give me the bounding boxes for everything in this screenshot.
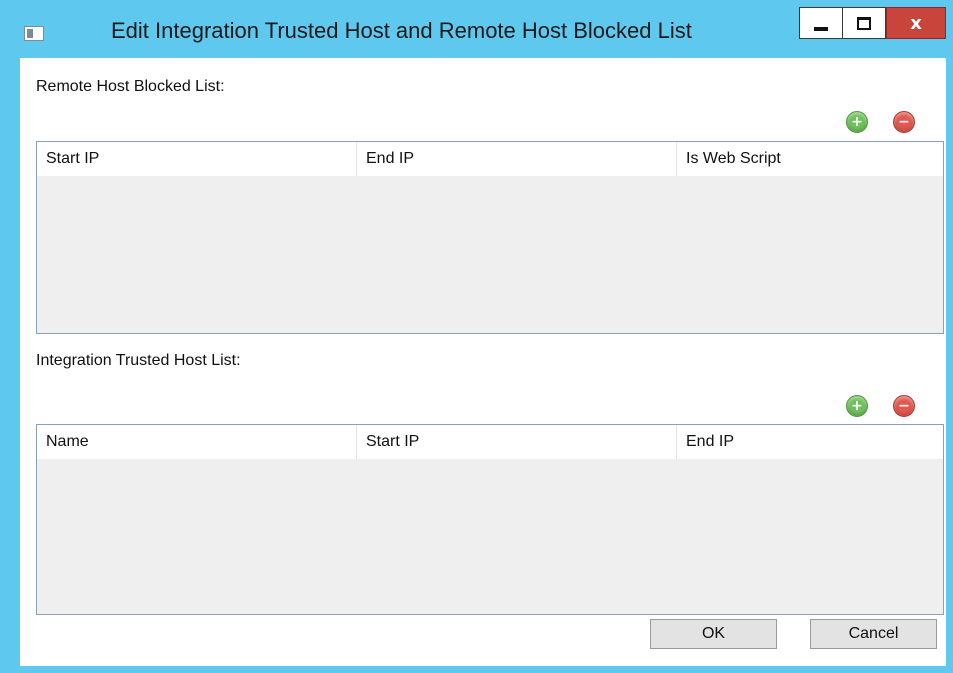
remove-trusted-host-button[interactable]: − [893, 395, 915, 417]
plus-circle-icon: + [851, 114, 863, 130]
column-header-is-web-script[interactable]: Is Web Script [677, 142, 943, 176]
cancel-button[interactable]: Cancel [810, 619, 937, 649]
column-header-name[interactable]: Name [37, 425, 357, 459]
ok-button[interactable]: OK [650, 619, 777, 649]
title-bar[interactable]: Edit Integration Trusted Host and Remote… [0, 0, 953, 58]
column-header-start-ip[interactable]: Start IP [357, 425, 677, 459]
column-header-end-ip[interactable]: End IP [677, 425, 943, 459]
maximize-icon [857, 16, 871, 30]
plus-circle-icon: + [851, 398, 863, 414]
remote-blocked-label: Remote Host Blocked List: [36, 78, 225, 95]
close-icon: x [910, 12, 922, 34]
trusted-hosts-label: Integration Trusted Host List: [36, 352, 241, 369]
minus-circle-icon: − [898, 114, 910, 130]
minus-circle-icon: − [898, 398, 910, 414]
trusted-hosts-grid-header: Name Start IP End IP [37, 425, 943, 459]
maximize-button[interactable] [842, 7, 886, 39]
column-header-end-ip[interactable]: End IP [357, 142, 677, 176]
minimize-icon [814, 27, 828, 31]
app-icon[interactable] [24, 26, 44, 41]
remote-blocked-grid-header: Start IP End IP Is Web Script [37, 142, 943, 176]
trusted-hosts-grid[interactable]: Name Start IP End IP [36, 424, 944, 615]
add-trusted-host-button[interactable]: + [846, 395, 868, 417]
dialog-window: Edit Integration Trusted Host and Remote… [0, 0, 953, 673]
dialog-content: Remote Host Blocked List: + − Start IP E… [20, 58, 946, 666]
add-blocked-button[interactable]: + [846, 111, 868, 133]
column-header-start-ip[interactable]: Start IP [37, 142, 357, 176]
remote-blocked-grid[interactable]: Start IP End IP Is Web Script [36, 141, 944, 334]
remove-blocked-button[interactable]: − [893, 111, 915, 133]
minimize-button[interactable] [799, 7, 842, 39]
close-button[interactable]: x [886, 7, 946, 39]
window-title: Edit Integration Trusted Host and Remote… [111, 18, 692, 43]
